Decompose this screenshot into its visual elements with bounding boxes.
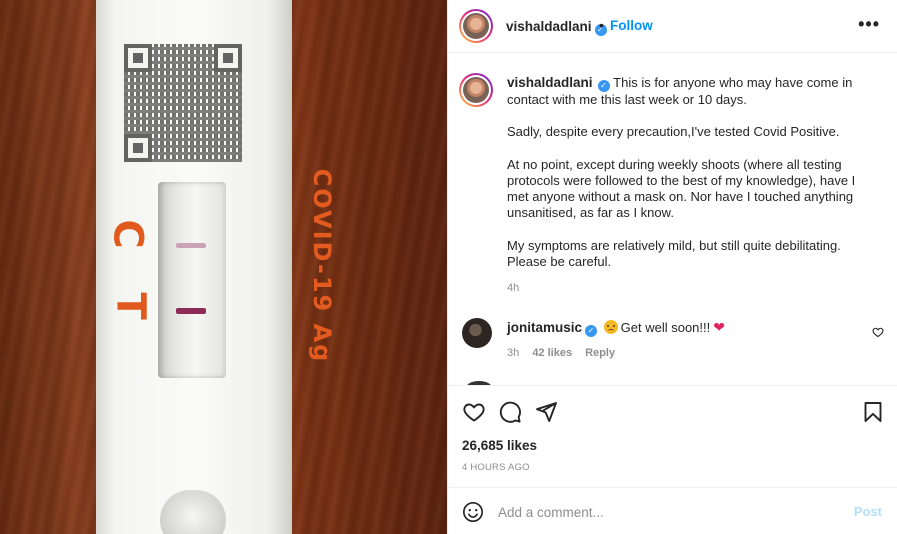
comment-username[interactable]: jonitamusic bbox=[507, 320, 582, 335]
add-comment-bar: Post bbox=[448, 487, 897, 534]
sad-face-emoji-icon bbox=[603, 320, 618, 334]
follow-button[interactable]: Follow bbox=[610, 18, 653, 33]
send-icon[interactable] bbox=[534, 400, 558, 424]
verified-badge-icon: ✓ bbox=[597, 80, 610, 92]
more-options-icon[interactable]: ••• bbox=[858, 14, 880, 35]
test-line bbox=[176, 308, 206, 314]
bookmark-icon[interactable] bbox=[861, 400, 885, 424]
comment-icon[interactable] bbox=[498, 400, 522, 424]
comment-heart-icon[interactable] bbox=[872, 326, 884, 338]
author-avatar[interactable] bbox=[459, 9, 493, 43]
caption-paragraph-3: At no point, except during weekly shoots… bbox=[507, 156, 856, 221]
comment-time[interactable]: 3h bbox=[507, 347, 519, 359]
comment: jonitamusic ✓ Get well soon!!! ❤ bbox=[507, 319, 725, 337]
control-mark: C bbox=[104, 219, 151, 249]
comments-section[interactable]: vishaldadlani ✓ This is for anyone who ma… bbox=[448, 54, 897, 386]
post-photo[interactable]: C T COVID-19 Ag bbox=[0, 0, 447, 534]
caption-username[interactable]: vishaldadlani bbox=[507, 75, 593, 90]
post-header: vishaldadlani ✓ • Follow ••• bbox=[448, 0, 897, 53]
test-mark: T bbox=[107, 292, 154, 320]
verified-badge-icon: ✓ bbox=[585, 325, 598, 337]
test-label: COVID-19 Ag bbox=[308, 168, 336, 364]
caption-paragraph-4: My symptoms are relatively mild, but sti… bbox=[507, 237, 841, 270]
author-username-row[interactable]: vishaldadlani ✓ bbox=[506, 18, 607, 36]
comment-meta: 3h 42 likes Reply bbox=[507, 347, 625, 359]
caption-time[interactable]: 4h bbox=[507, 282, 519, 294]
heart-icon[interactable] bbox=[462, 400, 486, 424]
next-commenter-avatar[interactable] bbox=[466, 381, 492, 385]
reply-button[interactable]: Reply bbox=[585, 347, 615, 359]
smiley-icon[interactable] bbox=[462, 501, 484, 523]
caption: vishaldadlani ✓ This is for anyone who ma… bbox=[507, 75, 879, 286]
commenter-avatar[interactable] bbox=[462, 318, 492, 348]
action-bar bbox=[448, 388, 897, 434]
author-username[interactable]: vishaldadlani bbox=[506, 19, 592, 34]
comment-likes[interactable]: 42 likes bbox=[532, 347, 572, 359]
likes-count[interactable]: 26,685 likes bbox=[462, 438, 537, 453]
control-line bbox=[176, 243, 206, 248]
qr-code bbox=[124, 44, 242, 162]
comment-text: Get well soon!!! bbox=[620, 320, 711, 335]
test-window bbox=[158, 182, 226, 378]
add-comment-input[interactable] bbox=[498, 496, 838, 528]
post-comment-button[interactable]: Post bbox=[854, 504, 882, 519]
caption-paragraph-2: Sadly, despite every precaution,I've tes… bbox=[507, 124, 840, 140]
post-panel: vishaldadlani ✓ • Follow ••• vishaldadlan… bbox=[447, 0, 897, 534]
post-timestamp[interactable]: 4 HOURS AGO bbox=[462, 462, 530, 473]
red-heart-emoji-icon: ❤ bbox=[713, 319, 725, 335]
separator-dot: • bbox=[599, 17, 604, 33]
caption-avatar[interactable] bbox=[459, 73, 493, 107]
